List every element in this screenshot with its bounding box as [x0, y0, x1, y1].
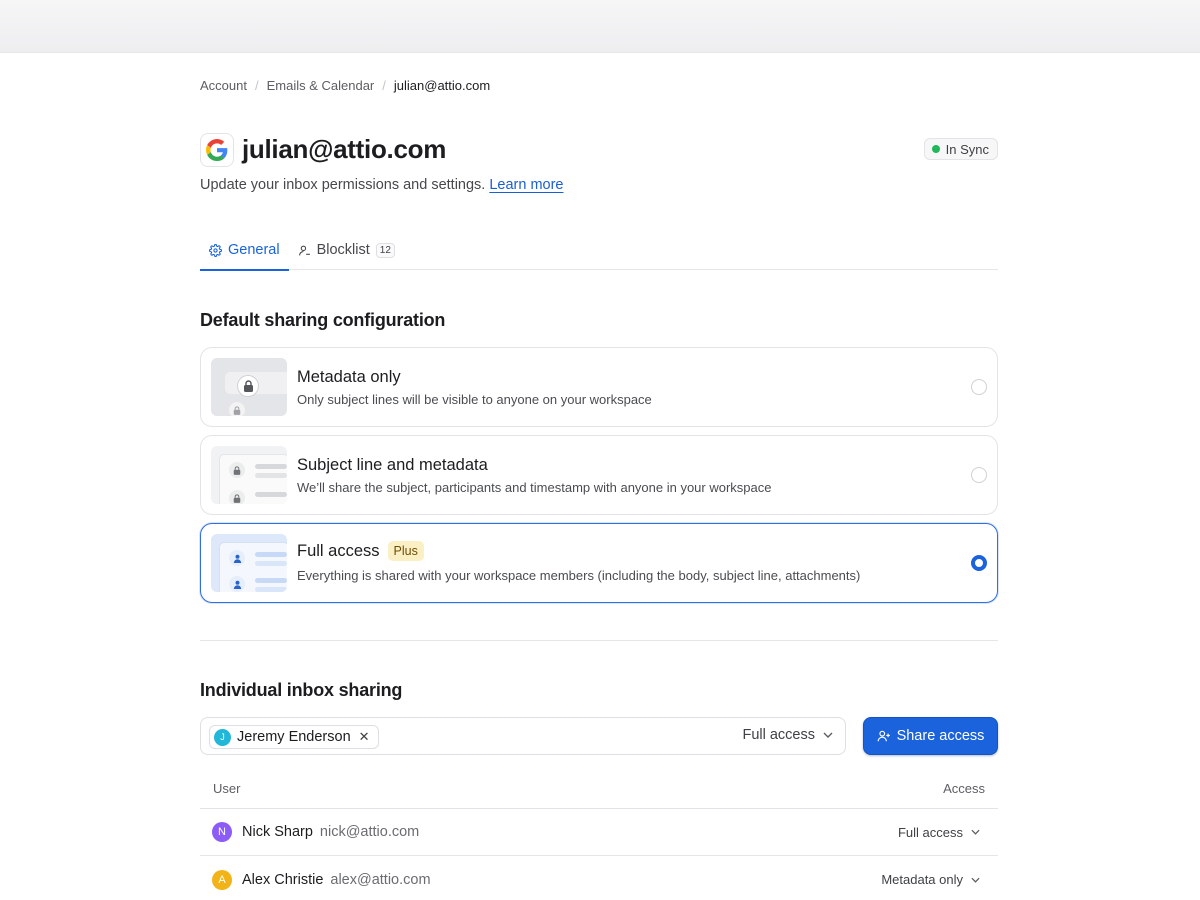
option-full-access[interactable]: Full access Plus Everything is shared wi… — [200, 523, 998, 603]
full-access-illustration — [211, 534, 287, 592]
radio-metadata-only[interactable] — [971, 379, 987, 395]
share-access-button[interactable]: Share access — [863, 717, 998, 755]
subtitle-text: Update your inbox permissions and settin… — [200, 177, 486, 193]
column-user: User — [213, 781, 241, 796]
page-subtitle: Update your inbox permissions and settin… — [200, 177, 563, 193]
blocklist-count-badge: 12 — [375, 242, 395, 258]
access-level-value: Full access — [742, 727, 815, 743]
individual-sharing-heading: Individual inbox sharing — [200, 680, 403, 700]
user-email: alex@attio.com — [330, 871, 431, 888]
learn-more-link[interactable]: Learn more — [489, 177, 563, 193]
chevron-down-icon — [971, 829, 980, 835]
option-description: Only subject lines will be visible to an… — [297, 392, 652, 407]
status-badge: In Sync — [923, 138, 998, 160]
row-access-value: Metadata only — [881, 872, 963, 887]
row-access-select[interactable]: Metadata only — [881, 872, 980, 887]
option-title: Metadata only — [297, 368, 401, 386]
tab-bar: General Blocklist 12 — [200, 230, 998, 271]
plus-badge: Plus — [387, 541, 424, 561]
tab-blocklist[interactable]: Blocklist 12 — [289, 230, 404, 270]
breadcrumb-emails-calendar[interactable]: Emails & Calendar — [267, 78, 375, 93]
chip-label: Jeremy Enderson — [237, 729, 351, 745]
page-header: julian@attio.com In Sync — [200, 133, 998, 167]
user-chip: J Jeremy Enderson ✕ — [209, 725, 379, 749]
tab-general[interactable]: General — [200, 230, 289, 271]
user-cell: A Alex Christie alex@attio.com — [212, 869, 431, 890]
status-label: In Sync — [945, 141, 989, 157]
page-title: julian@attio.com — [242, 134, 447, 164]
remove-chip-icon[interactable]: ✕ — [359, 729, 370, 745]
user-name: Nick Sharp — [242, 824, 313, 840]
avatar: A — [212, 869, 232, 890]
option-metadata-only[interactable]: Metadata only Only subject lines will be… — [200, 347, 998, 427]
metadata-only-illustration — [211, 358, 287, 416]
breadcrumb-separator: / — [254, 78, 259, 93]
user-email: nick@attio.com — [319, 824, 420, 840]
table-header: User Access — [200, 769, 998, 809]
lock-icon — [237, 375, 259, 397]
access-level-select[interactable]: Full access — [742, 727, 833, 743]
breadcrumb-separator: / — [382, 78, 386, 93]
option-title: Subject line and metadata — [297, 456, 488, 474]
status-dot-icon — [931, 145, 940, 153]
breadcrumb: Account / Emails & Calendar / julian@att… — [200, 78, 490, 93]
sharing-table: User Access N Nick Sharp nick@attio.com … — [200, 769, 998, 900]
user-cell: N Nick Sharp nick@attio.com — [212, 822, 419, 842]
user-block-icon — [298, 244, 311, 257]
radio-full-access[interactable] — [971, 555, 987, 571]
google-logo-icon — [200, 133, 234, 167]
lock-icon — [229, 490, 245, 504]
gear-icon — [209, 243, 222, 257]
option-title: Full access Plus — [297, 541, 424, 561]
lock-icon — [229, 402, 245, 416]
option-subject-and-metadata[interactable]: Subject line and metadata We’ll share th… — [200, 435, 998, 515]
user-icon — [229, 576, 245, 592]
subject-metadata-illustration — [211, 446, 287, 504]
table-row: A Alex Christie alex@attio.com Metadata … — [200, 856, 998, 900]
radio-subject-and-metadata[interactable] — [971, 467, 987, 483]
user-name: Alex Christie — [242, 871, 324, 888]
top-bar — [0, 0, 1200, 53]
table-row: N Nick Sharp nick@attio.com Full access — [200, 809, 998, 856]
share-user-input[interactable]: J Jeremy Enderson ✕ Full access — [200, 717, 846, 755]
avatar: J — [214, 728, 231, 746]
option-description: We’ll share the subject, participants an… — [297, 480, 772, 495]
breadcrumb-current: julian@attio.com — [393, 78, 491, 93]
option-title-text: Full access — [297, 541, 380, 560]
chevron-down-icon — [971, 877, 980, 883]
option-description: Everything is shared with your workspace… — [297, 568, 861, 583]
lock-icon — [229, 462, 245, 478]
row-access-select[interactable]: Full access — [898, 825, 980, 840]
user-icon — [229, 550, 245, 566]
breadcrumb-account[interactable]: Account — [200, 78, 247, 93]
add-user-icon — [877, 729, 891, 743]
chevron-down-icon — [823, 732, 833, 738]
section-divider — [200, 640, 998, 641]
column-access: Access — [943, 781, 985, 796]
tab-blocklist-label: Blocklist — [316, 242, 370, 258]
default-sharing-heading: Default sharing configuration — [200, 310, 446, 330]
avatar: N — [212, 822, 232, 842]
tab-general-label: General — [228, 242, 280, 258]
share-access-label: Share access — [896, 728, 985, 744]
row-access-value: Full access — [897, 824, 963, 840]
